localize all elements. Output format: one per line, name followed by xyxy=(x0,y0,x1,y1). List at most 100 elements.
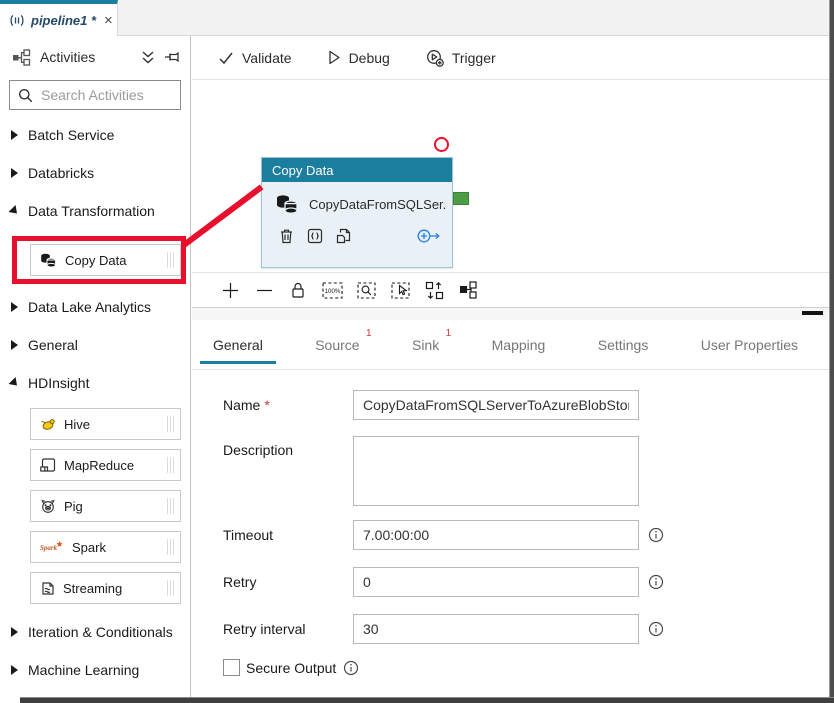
activity-name: CopyDataFromSQLSer.. xyxy=(309,197,446,212)
pipeline-icon xyxy=(9,14,25,27)
zoom-out-icon[interactable] xyxy=(253,279,275,301)
retry-interval-label: Retry interval xyxy=(223,621,353,637)
secure-output-checkbox[interactable] xyxy=(223,659,240,676)
chevron-right-icon xyxy=(11,130,18,140)
error-badge: 1 xyxy=(366,328,372,339)
activities-sidebar: Activities Batch Service Databricks xyxy=(0,36,191,697)
clone-icon[interactable] xyxy=(336,228,351,244)
copy-data-activity[interactable]: Copy Data CopyDataFromSQLSer.. xyxy=(261,157,453,268)
zoom-level-label: 100% xyxy=(324,288,340,295)
pin-icon[interactable] xyxy=(164,50,180,64)
code-icon[interactable] xyxy=(307,228,323,244)
tab-mapping[interactable]: Mapping xyxy=(479,320,559,369)
tab-settings[interactable]: Settings xyxy=(585,320,662,369)
info-icon[interactable] xyxy=(343,660,359,676)
select-icon[interactable] xyxy=(389,279,411,301)
copy-data-icon xyxy=(275,194,299,214)
info-icon[interactable] xyxy=(648,574,664,590)
reset-zoom-icon[interactable] xyxy=(423,279,445,301)
sidebar-item-iteration-conditionals[interactable]: Iteration & Conditionals xyxy=(0,613,190,651)
sidebar-item-general[interactable]: General xyxy=(0,326,190,364)
chevron-expanded-icon xyxy=(8,377,20,389)
lock-icon[interactable] xyxy=(287,279,309,301)
tab-pipeline1[interactable]: pipeline1 * × xyxy=(0,0,118,36)
description-label: Description xyxy=(223,436,353,458)
sidebar-item-copy-data[interactable]: Copy Data xyxy=(30,244,181,276)
tab-bar: pipeline1 * × xyxy=(0,0,829,36)
chevron-right-icon xyxy=(11,340,18,350)
add-output-icon[interactable] xyxy=(417,228,440,244)
command-bar: Validate Debug Trigger xyxy=(192,36,829,80)
activities-icon xyxy=(12,49,31,66)
hive-icon xyxy=(40,417,56,431)
search-box[interactable] xyxy=(9,80,181,110)
tab-sink[interactable]: Sink 1 xyxy=(399,320,452,369)
pig-icon xyxy=(40,499,56,514)
sidebar-item-hive[interactable]: Hive xyxy=(30,408,181,440)
window-edge-right xyxy=(829,0,834,703)
minimize-panel-handle[interactable] xyxy=(802,311,823,315)
sidebar-item-spark[interactable]: Spark Spark xyxy=(30,531,181,563)
tab-title: pipeline1 * xyxy=(31,13,96,28)
name-field[interactable] xyxy=(353,390,639,420)
debug-button[interactable]: Debug xyxy=(328,50,390,66)
pipeline-editor: Validate Debug Trigger Copy Data xyxy=(192,36,829,697)
checkmark-icon xyxy=(218,51,234,65)
auto-layout-icon[interactable] xyxy=(457,279,479,301)
retry-interval-field[interactable] xyxy=(353,614,639,644)
tab-source[interactable]: Source 1 xyxy=(302,320,372,369)
name-label: Name* xyxy=(223,397,353,413)
retry-field[interactable] xyxy=(353,567,639,597)
sidebar-item-mapreduce[interactable]: MapReduce xyxy=(30,449,181,481)
chevron-right-icon xyxy=(11,627,18,637)
sidebar-item-pig[interactable]: Pig xyxy=(30,490,181,522)
description-field[interactable] xyxy=(353,436,639,506)
retry-label: Retry xyxy=(223,574,353,590)
collapse-all-icon[interactable] xyxy=(141,50,155,65)
sidebar-item-data-transformation[interactable]: Data Transformation xyxy=(0,192,190,230)
tab-user-properties[interactable]: User Properties xyxy=(688,320,811,369)
info-icon[interactable] xyxy=(648,621,664,637)
timeout-field[interactable] xyxy=(353,520,639,550)
validate-button[interactable]: Validate xyxy=(218,50,292,66)
info-icon[interactable] xyxy=(648,527,664,543)
drag-handle[interactable] xyxy=(167,539,174,555)
trigger-button[interactable]: Trigger xyxy=(426,49,496,67)
properties-panel-header xyxy=(192,308,829,320)
close-icon[interactable]: × xyxy=(102,13,115,28)
tab-general[interactable]: General xyxy=(200,320,276,369)
activities-header: Activities xyxy=(0,36,190,78)
canvas-toolbar: 100% xyxy=(192,272,829,308)
timeout-label: Timeout xyxy=(223,527,353,543)
output-port[interactable] xyxy=(453,192,469,205)
sidebar-item-batch-service[interactable]: Batch Service xyxy=(0,116,190,154)
copy-data-icon xyxy=(40,253,57,268)
delete-icon[interactable] xyxy=(279,228,294,244)
drag-handle[interactable] xyxy=(167,252,174,268)
chevron-right-icon xyxy=(11,665,18,675)
sidebar-item-machine-learning[interactable]: Machine Learning xyxy=(0,651,190,689)
required-marker: * xyxy=(264,397,269,413)
annotation-circle xyxy=(434,137,449,152)
pipeline-canvas[interactable]: Copy Data CopyDataFromSQLSer.. xyxy=(192,80,829,272)
sidebar-item-streaming[interactable]: Streaming xyxy=(30,572,181,604)
chevron-right-icon xyxy=(11,168,18,178)
zoom-in-icon[interactable] xyxy=(219,279,241,301)
zoom-100-icon[interactable]: 100% xyxy=(321,279,343,301)
play-icon xyxy=(328,50,341,65)
sidebar-item-hdinsight[interactable]: HDInsight xyxy=(0,364,190,402)
spark-icon: Spark xyxy=(40,540,64,554)
sidebar-item-databricks[interactable]: Databricks xyxy=(0,154,190,192)
drag-handle[interactable] xyxy=(167,580,174,596)
drag-handle[interactable] xyxy=(167,457,174,473)
sidebar-item-data-lake-analytics[interactable]: Data Lake Analytics xyxy=(0,288,190,326)
search-input[interactable] xyxy=(41,87,172,103)
zoom-to-fit-icon[interactable] xyxy=(355,279,377,301)
drag-handle[interactable] xyxy=(167,416,174,432)
drag-handle[interactable] xyxy=(167,498,174,514)
trigger-icon xyxy=(426,49,444,67)
svg-text:Spark: Spark xyxy=(40,544,58,552)
activities-category-list: Batch Service Databricks Data Transforma… xyxy=(0,116,190,689)
search-icon xyxy=(18,88,33,103)
activity-header: Copy Data xyxy=(262,158,452,182)
